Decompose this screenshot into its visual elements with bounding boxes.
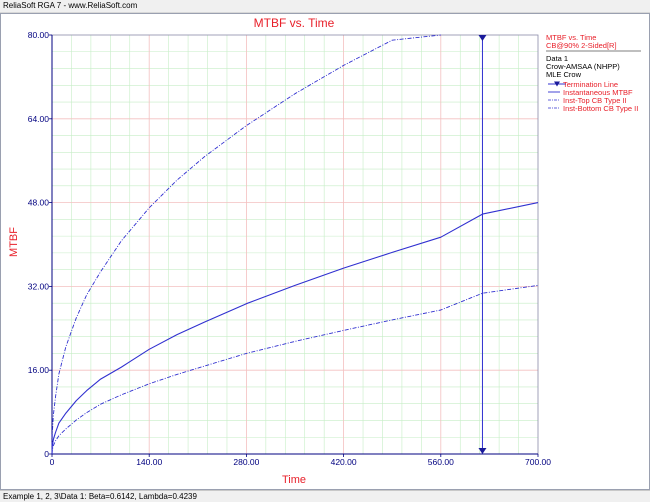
x-tick-label: 280.00 (233, 457, 259, 467)
axes-layer (51, 34, 539, 455)
grid-layer (52, 35, 538, 454)
status-text: Example 1, 2, 3\Data 1: Beta=0.6142, Lam… (3, 492, 197, 501)
legend-info-method: MLE Crow (546, 70, 582, 79)
x-tick-label: 0 (50, 457, 55, 467)
application-window: ReliaSoft RGA 7 - www.ReliaSoft.com 0 140… (0, 0, 650, 502)
x-tick-label: 140.00 (136, 457, 162, 467)
x-tick-label: 700.00 (525, 457, 551, 467)
y-tick-label: 0 (44, 449, 49, 459)
mtbf-chart: 0 140.00 280.00 420.00 560.00 700.00 0 16.00 32.… (8, 16, 641, 486)
plot-panel: 0 140.00 280.00 420.00 560.00 700.00 0 16.00 32.… (0, 13, 650, 490)
chart-title: MTBF vs. Time (254, 16, 335, 30)
tick-labels-layer: 0 140.00 280.00 420.00 560.00 700.00 0 16.00 32.… (28, 30, 552, 467)
plot-frame (51, 34, 539, 455)
legend-entry-bottom-cb: Inst-Bottom CB Type II (563, 104, 638, 113)
y-tick-label: 32.00 (28, 281, 50, 291)
status-bar: Example 1, 2, 3\Data 1: Beta=0.6142, Lam… (0, 490, 650, 502)
series-layer (51, 34, 539, 455)
bottom-cb-curve (51, 284, 539, 455)
y-tick-label: 64.00 (28, 114, 50, 124)
header-bar: ReliaSoft RGA 7 - www.ReliaSoft.com (0, 0, 650, 13)
legend: MTBF vs. Time CB@90% 2-Sided[R] Data 1 C… (546, 33, 641, 113)
y-axis-label: MTBF (8, 227, 20, 257)
instantaneous-mtbf-curve (51, 202, 539, 455)
window-title: ReliaSoft RGA 7 - www.ReliaSoft.com (3, 1, 138, 10)
x-tick-label: 420.00 (331, 457, 357, 467)
legend-header-cb: CB@90% 2-Sided[R] (546, 41, 617, 50)
x-axis-label: Time (282, 474, 306, 486)
y-tick-label: 48.00 (28, 198, 50, 208)
y-tick-label: 16.00 (28, 365, 50, 375)
y-tick-label: 80.00 (28, 30, 50, 40)
x-tick-label: 560.00 (428, 457, 454, 467)
